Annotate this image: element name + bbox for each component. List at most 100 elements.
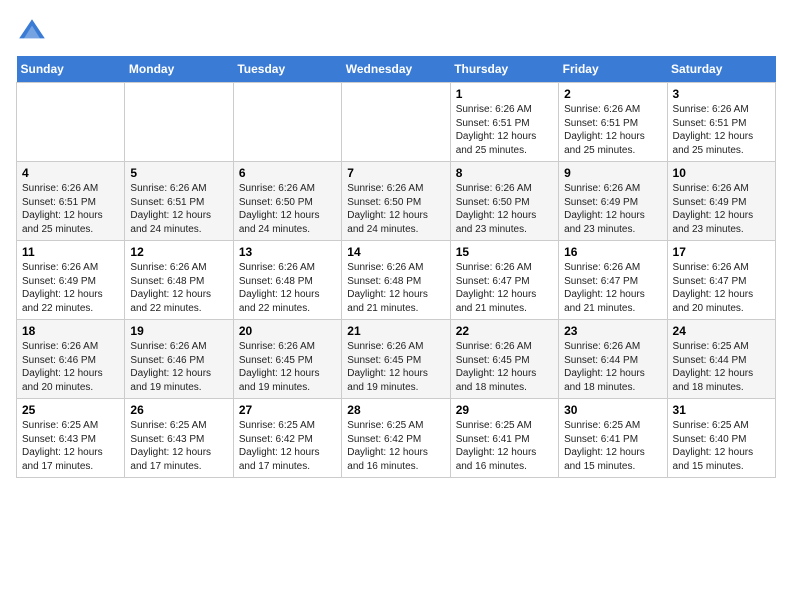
calendar-cell: 9Sunrise: 6:26 AM Sunset: 6:49 PM Daylig… (559, 162, 667, 241)
calendar-cell: 18 Sunrise: 6:26 AM Sunset: 6:46 PM Dayli… (17, 320, 125, 399)
day-number: 23 (564, 324, 661, 338)
day-number: 6 (239, 166, 336, 180)
day-info: Sunrise: 6:26 AM Sunset: 6:45 PM Dayligh… (456, 340, 553, 394)
day-info: Sunrise: 6:26 AM Sunset: 6:51 PM Dayligh… (564, 103, 661, 157)
day-info: Sunrise: 6:26 AM Sunset: 6:48 PM Dayligh… (347, 261, 444, 315)
day-number: 1 (456, 87, 553, 101)
day-number: 10 (673, 166, 770, 180)
calendar-cell: 13 Sunrise: 6:26 AM Sunset: 6:48 PM Dayli… (233, 241, 341, 320)
day-info: Sunrise: 6:26 AM Sunset: 6:50 PM Dayligh… (456, 182, 553, 236)
day-number: 9 (564, 166, 661, 180)
day-number: 14 (347, 245, 444, 259)
calendar-cell: 19 Sunrise: 6:26 AM Sunset: 6:46 PM Dayli… (125, 320, 233, 399)
day-info: Sunrise: 6:26 AM Sunset: 6:51 PM Dayligh… (22, 182, 119, 236)
day-number: 13 (239, 245, 336, 259)
calendar-cell: 3Sunrise: 6:26 AM Sunset: 6:51 PM Daylig… (667, 83, 775, 162)
day-header-sunday: Sunday (17, 56, 125, 83)
calendar-cell: 2 Sunrise: 6:26 AM Sunset: 6:51 PM Daylig… (559, 83, 667, 162)
week-row-5: 25 Sunrise: 6:25 AM Sunset: 6:43 PM Dayli… (17, 399, 776, 478)
day-number: 15 (456, 245, 553, 259)
day-info: Sunrise: 6:25 AM Sunset: 6:44 PM Dayligh… (673, 340, 770, 394)
day-info: Sunrise: 6:26 AM Sunset: 6:48 PM Dayligh… (130, 261, 227, 315)
calendar-cell: 29 Sunrise: 6:25 AM Sunset: 6:41 PM Dayli… (450, 399, 558, 478)
calendar-cell: 5 Sunrise: 6:26 AM Sunset: 6:51 PM Daylig… (125, 162, 233, 241)
day-info: Sunrise: 6:26 AM Sunset: 6:49 PM Dayligh… (22, 261, 119, 315)
day-info: Sunrise: 6:26 AM Sunset: 6:48 PM Dayligh… (239, 261, 336, 315)
calendar-cell: 8 Sunrise: 6:26 AM Sunset: 6:50 PM Daylig… (450, 162, 558, 241)
week-row-1: 1 Sunrise: 6:26 AM Sunset: 6:51 PM Daylig… (17, 83, 776, 162)
week-row-2: 4 Sunrise: 6:26 AM Sunset: 6:51 PM Daylig… (17, 162, 776, 241)
calendar-cell: 20 Sunrise: 6:26 AM Sunset: 6:45 PM Dayli… (233, 320, 341, 399)
day-number: 11 (22, 245, 119, 259)
calendar-cell: 15 Sunrise: 6:26 AM Sunset: 6:47 PM Dayli… (450, 241, 558, 320)
week-row-4: 18 Sunrise: 6:26 AM Sunset: 6:46 PM Dayli… (17, 320, 776, 399)
day-number: 2 (564, 87, 661, 101)
week-row-3: 11 Sunrise: 6:26 AM Sunset: 6:49 PM Dayli… (17, 241, 776, 320)
day-info: Sunrise: 6:26 AM Sunset: 6:45 PM Dayligh… (347, 340, 444, 394)
calendar-cell: 14 Sunrise: 6:26 AM Sunset: 6:48 PM Dayli… (342, 241, 450, 320)
day-number: 20 (239, 324, 336, 338)
calendar-cell: 10 Sunrise: 6:26 AM Sunset: 6:49 PM Dayli… (667, 162, 775, 241)
day-info: Sunrise: 6:26 AM Sunset: 6:45 PM Dayligh… (239, 340, 336, 394)
calendar-cell: 26 Sunrise: 6:25 AM Sunset: 6:43 PM Dayli… (125, 399, 233, 478)
logo (16, 16, 52, 48)
day-header-thursday: Thursday (450, 56, 558, 83)
calendar-cell: 12 Sunrise: 6:26 AM Sunset: 6:48 PM Dayli… (125, 241, 233, 320)
calendar-cell: 1 Sunrise: 6:26 AM Sunset: 6:51 PM Daylig… (450, 83, 558, 162)
day-info: Sunrise: 6:26 AM Sunset: 6:46 PM Dayligh… (22, 340, 119, 394)
day-info: Sunrise: 6:26 AM Sunset: 6:51 PM Dayligh… (130, 182, 227, 236)
calendar-cell: 28 Sunrise: 6:25 AM Sunset: 6:42 PM Dayli… (342, 399, 450, 478)
day-header-tuesday: Tuesday (233, 56, 341, 83)
day-number: 29 (456, 403, 553, 417)
day-info: Sunrise: 6:25 AM Sunset: 6:41 PM Dayligh… (456, 419, 553, 473)
day-info: Sunrise: 6:26 AM Sunset: 6:47 PM Dayligh… (456, 261, 553, 315)
day-info: Sunrise: 6:26 AM Sunset: 6:46 PM Dayligh… (130, 340, 227, 394)
day-info: Sunrise: 6:25 AM Sunset: 6:41 PM Dayligh… (564, 419, 661, 473)
day-info: Sunrise: 6:25 AM Sunset: 6:43 PM Dayligh… (130, 419, 227, 473)
calendar-cell: 22 Sunrise: 6:26 AM Sunset: 6:45 PM Dayli… (450, 320, 558, 399)
day-number: 5 (130, 166, 227, 180)
day-number: 28 (347, 403, 444, 417)
calendar-cell: 21 Sunrise: 6:26 AM Sunset: 6:45 PM Dayli… (342, 320, 450, 399)
day-info: Sunrise: 6:26 AM Sunset: 6:50 PM Dayligh… (347, 182, 444, 236)
day-number: 7 (347, 166, 444, 180)
day-number: 12 (130, 245, 227, 259)
day-number: 26 (130, 403, 227, 417)
day-number: 4 (22, 166, 119, 180)
day-header-friday: Friday (559, 56, 667, 83)
day-number: 27 (239, 403, 336, 417)
day-info: Sunrise: 6:26 AM Sunset: 6:49 PM Dayligh… (673, 182, 770, 236)
day-number: 3 (673, 87, 770, 101)
day-number: 25 (22, 403, 119, 417)
logo-icon (16, 16, 48, 48)
day-number: 21 (347, 324, 444, 338)
day-number: 8 (456, 166, 553, 180)
day-header-saturday: Saturday (667, 56, 775, 83)
day-number: 31 (673, 403, 770, 417)
day-header-monday: Monday (125, 56, 233, 83)
calendar-cell (342, 83, 450, 162)
day-info: Sunrise: 6:26 AM Sunset: 6:47 PM Dayligh… (673, 261, 770, 315)
calendar-cell: 16Sunrise: 6:26 AM Sunset: 6:47 PM Dayli… (559, 241, 667, 320)
calendar-cell (17, 83, 125, 162)
page-header (16, 16, 776, 48)
calendar-cell: 11 Sunrise: 6:26 AM Sunset: 6:49 PM Dayli… (17, 241, 125, 320)
day-number: 22 (456, 324, 553, 338)
calendar-cell: 17Sunrise: 6:26 AM Sunset: 6:47 PM Dayli… (667, 241, 775, 320)
header-row: SundayMondayTuesdayWednesdayThursdayFrid… (17, 56, 776, 83)
day-header-wednesday: Wednesday (342, 56, 450, 83)
calendar-cell (233, 83, 341, 162)
calendar-cell: 7 Sunrise: 6:26 AM Sunset: 6:50 PM Daylig… (342, 162, 450, 241)
calendar-cell: 24Sunrise: 6:25 AM Sunset: 6:44 PM Dayli… (667, 320, 775, 399)
day-info: Sunrise: 6:25 AM Sunset: 6:43 PM Dayligh… (22, 419, 119, 473)
day-info: Sunrise: 6:26 AM Sunset: 6:50 PM Dayligh… (239, 182, 336, 236)
day-info: Sunrise: 6:25 AM Sunset: 6:40 PM Dayligh… (673, 419, 770, 473)
calendar-table: SundayMondayTuesdayWednesdayThursdayFrid… (16, 56, 776, 478)
day-info: Sunrise: 6:25 AM Sunset: 6:42 PM Dayligh… (347, 419, 444, 473)
calendar-cell: 25 Sunrise: 6:25 AM Sunset: 6:43 PM Dayli… (17, 399, 125, 478)
day-number: 19 (130, 324, 227, 338)
day-number: 18 (22, 324, 119, 338)
calendar-cell: 4 Sunrise: 6:26 AM Sunset: 6:51 PM Daylig… (17, 162, 125, 241)
day-info: Sunrise: 6:26 AM Sunset: 6:51 PM Dayligh… (456, 103, 553, 157)
calendar-cell: 23Sunrise: 6:26 AM Sunset: 6:44 PM Dayli… (559, 320, 667, 399)
